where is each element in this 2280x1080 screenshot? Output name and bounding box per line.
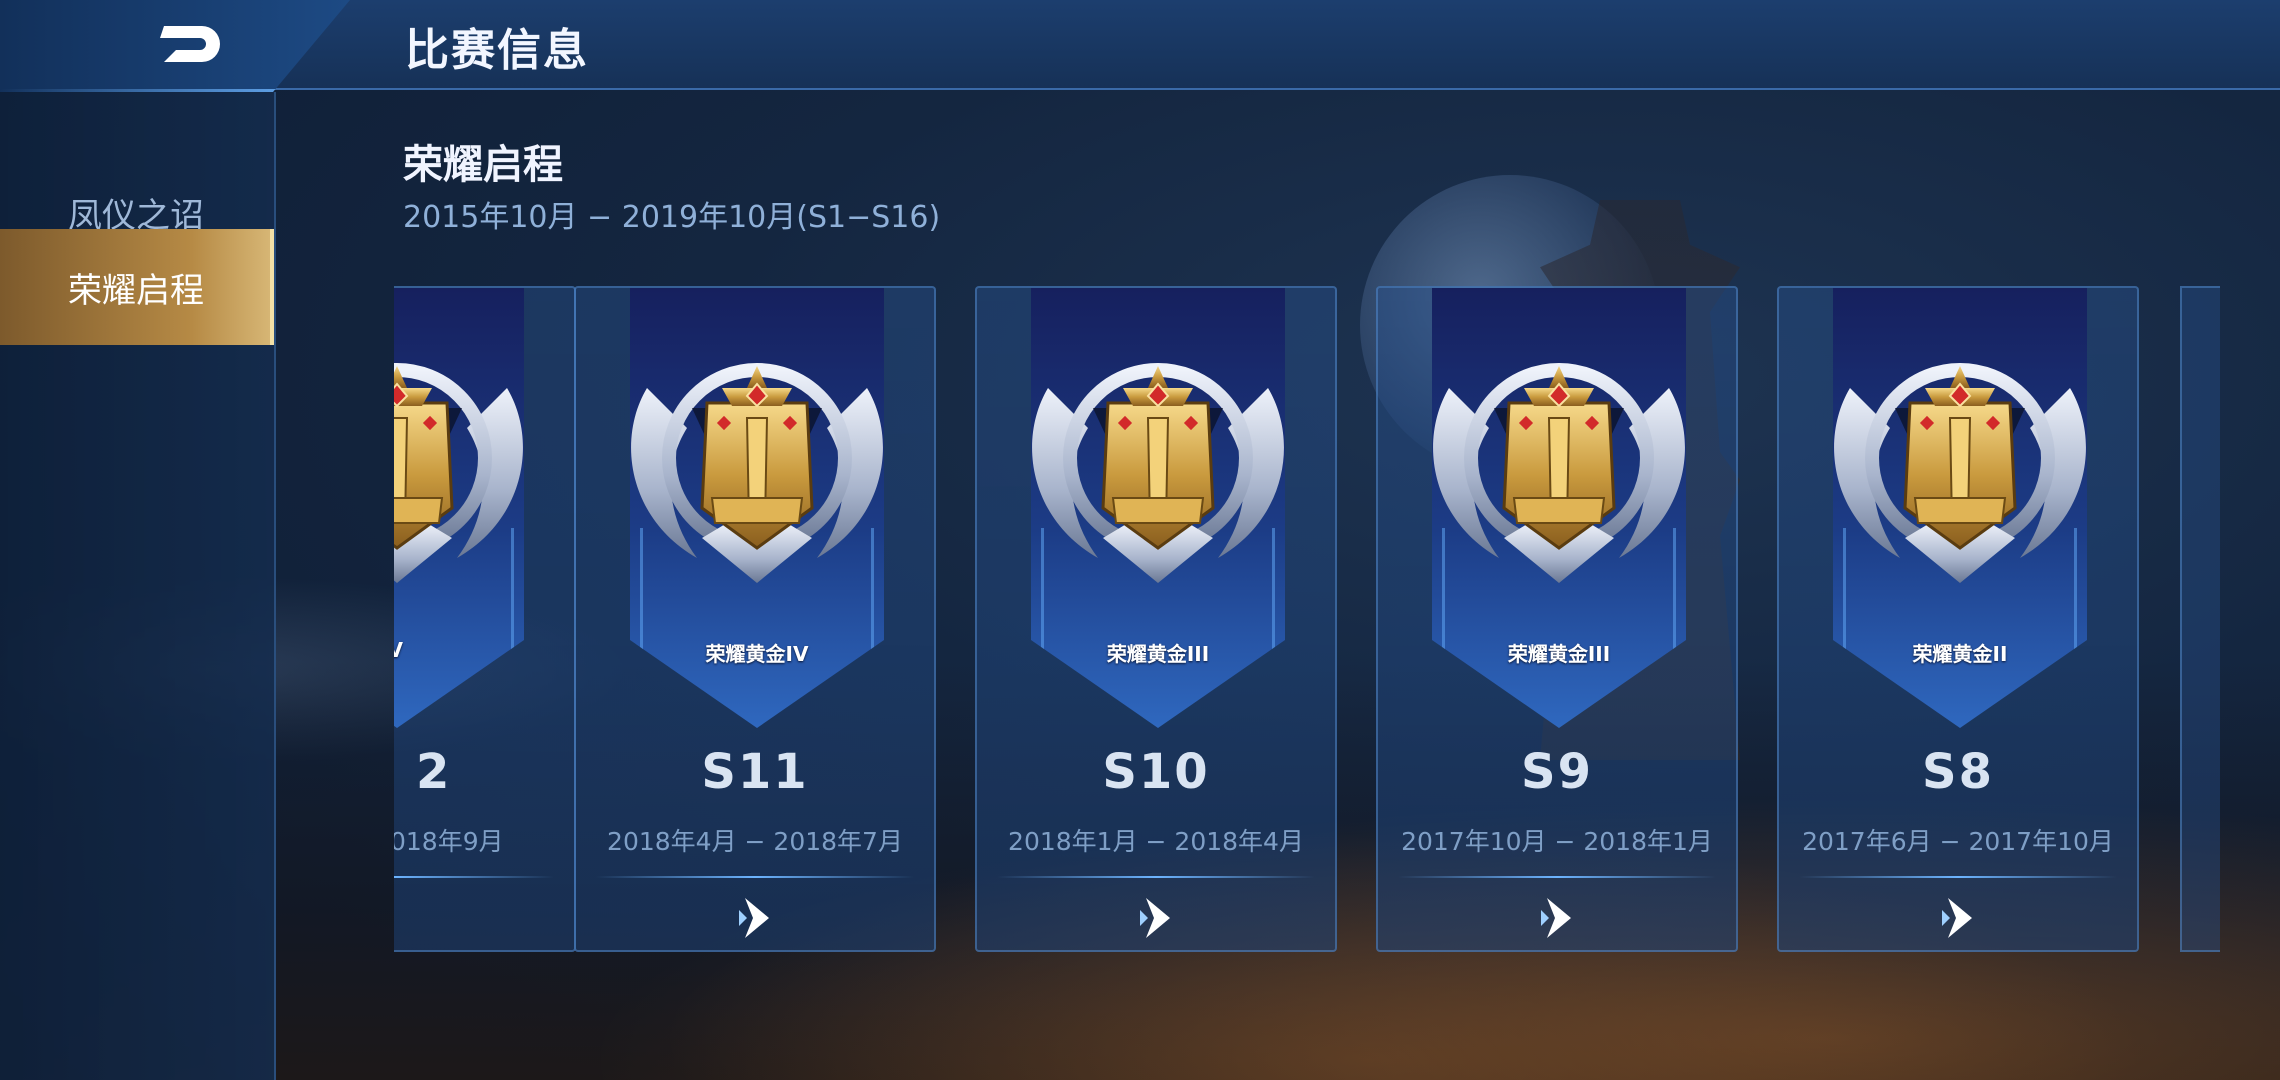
card-divider (596, 876, 914, 878)
section-subtitle: 2015年10月 − 2019年10月(S1−S16) (403, 200, 941, 235)
season-dates: 2017年6月 − 2017年10月 (1802, 827, 2114, 856)
rank-emblem-icon (1008, 348, 1308, 608)
back-arrow-icon (160, 26, 220, 62)
chevron-right-icon[interactable] (1529, 888, 1589, 948)
rank-emblem-icon (607, 348, 907, 608)
chevron-right-icon[interactable] (1128, 888, 1188, 948)
card-divider (394, 876, 554, 878)
season-card-s8[interactable]: 荣耀黄金II S8 2017年6月 − 2017年10月 (1777, 286, 2139, 952)
rank-banner: 荣耀黄金III (1031, 288, 1285, 728)
season-dates: 018年9月 (394, 827, 504, 856)
season-card[interactable]: IV 2 018年9月 (394, 286, 576, 952)
season-card-s9[interactable]: 荣耀黄金III S9 2017年10月 − 2018年1月 (1376, 286, 1738, 952)
season-label: S9 (1521, 744, 1593, 800)
card-divider (1799, 876, 2117, 878)
card-divider (1398, 876, 1716, 878)
rank-emblem-icon (394, 348, 547, 608)
rank-banner: 荣耀黄金II (1833, 288, 2087, 728)
season-dates: 2018年1月 − 2018年4月 (1008, 827, 1304, 856)
rank-label: IV (394, 638, 403, 662)
rank-banner: 荣耀黄金IV (630, 288, 884, 728)
sidebar: 凤仪之诏 荣耀启程 (0, 92, 276, 1080)
rank-emblem-icon (1810, 348, 2110, 608)
next-card-edge[interactable] (2180, 286, 2220, 952)
season-label: S10 (1102, 744, 1210, 800)
season-card-s11[interactable]: 荣耀黄金IV S11 2018年4月 − 2018年7月 (574, 286, 936, 952)
back-button[interactable] (0, 0, 350, 92)
rank-label: 荣耀黄金IV (705, 642, 809, 666)
rank-label: 荣耀黄金III (1106, 642, 1210, 666)
sidebar-item-label: 荣耀启程 (68, 270, 204, 311)
season-label: S8 (1922, 744, 1994, 800)
rank-label: 荣耀黄金III (1507, 642, 1611, 666)
sidebar-item-glory-start[interactable]: 荣耀启程 (0, 229, 274, 345)
season-dates: 2017年10月 − 2018年1月 (1401, 827, 1713, 856)
rank-emblem-icon (1409, 348, 1709, 608)
season-card-s10[interactable]: 荣耀黄金III S10 2018年1月 − 2018年4月 (975, 286, 1337, 952)
season-carousel[interactable]: IV 2 018年9月 荣耀黄金IV S11 2018年4月 − 2018年7月… (394, 286, 2280, 956)
card-divider (997, 876, 1315, 878)
section-title: 荣耀启程 (403, 142, 563, 188)
rank-label: 荣耀黄金II (1912, 642, 2008, 666)
season-label: S11 (701, 744, 809, 800)
chevron-right-icon[interactable] (727, 888, 787, 948)
rank-banner: 荣耀黄金III (1432, 288, 1686, 728)
season-label: 2 (416, 744, 452, 800)
chevron-right-icon[interactable] (1930, 888, 1990, 948)
top-header: 比赛信息 (0, 0, 2280, 92)
page-title: 比赛信息 (405, 25, 589, 76)
season-dates: 2018年4月 − 2018年7月 (607, 827, 903, 856)
rank-banner: IV (394, 288, 524, 728)
